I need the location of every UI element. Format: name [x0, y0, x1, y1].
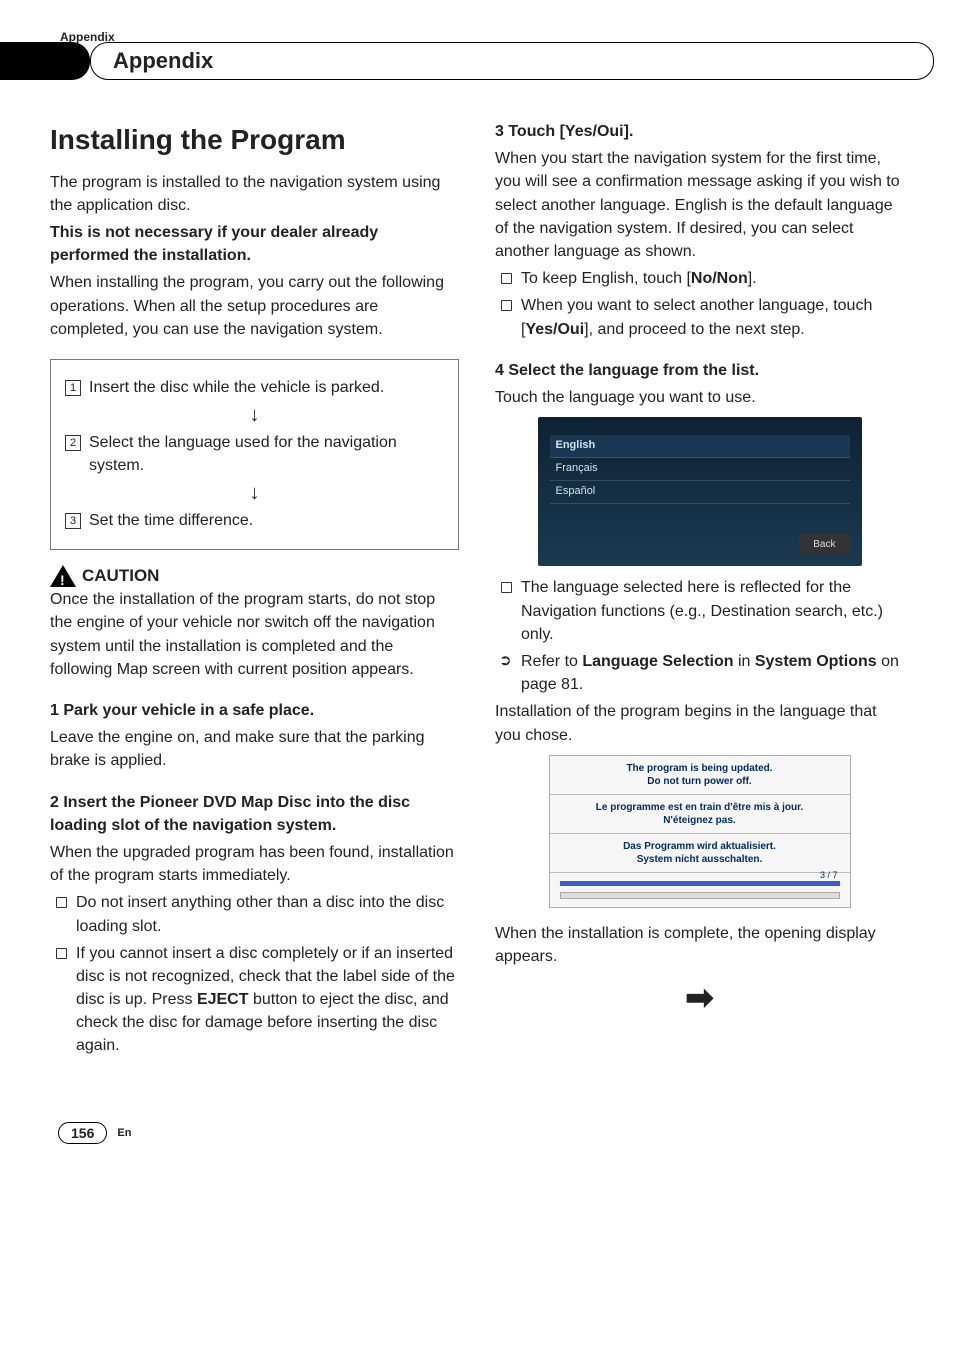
step3-bullet-2: When you want to select another language… [521, 294, 904, 340]
install-complete: When the installation is complete, the o… [495, 922, 904, 968]
progress-bar-1: 3 / 7 [560, 881, 840, 886]
step2-body: When the upgraded program has been found… [50, 841, 459, 887]
caution-label: CAUTION [82, 564, 159, 589]
step3-body: When you start the navigation system for… [495, 147, 904, 263]
step-number-icon: 1 [65, 380, 81, 396]
step4-reference: Refer to Language Selection in System Op… [521, 650, 904, 696]
lang-item-english: English [550, 435, 850, 458]
language-selection-screenshot: English Français Español Back [538, 417, 862, 566]
step3-bullet-1: To keep English, touch [No/Non]. [521, 267, 904, 290]
chapter-header: Appendix [50, 48, 904, 80]
back-button: Back [799, 534, 849, 557]
intro-paragraph: The program is installed to the navigati… [50, 171, 459, 217]
down-arrow-icon: ↓ [65, 483, 444, 503]
warning-icon [50, 565, 76, 587]
steps-overview-box: 1 Insert the disc while the vehicle is p… [50, 359, 459, 550]
step4-heading: 4 Select the language from the list. [495, 359, 904, 382]
caution-header: CAUTION [50, 564, 459, 589]
step-number-icon: 2 [65, 435, 81, 451]
continue-arrow-icon: ➡ [495, 974, 904, 1023]
page-number: 156 [58, 1122, 107, 1144]
step3-heading: 3 Touch [Yes/Oui]. [495, 120, 904, 143]
step-overview-1: Insert the disc while the vehicle is par… [89, 376, 384, 399]
update-progress-screenshot: The program is being updated. Do not tur… [549, 755, 851, 908]
page-footer: 156 En [50, 1122, 904, 1144]
update-msg-fr-1: Le programme est en train d'être mis à j… [554, 801, 846, 814]
lang-item-espanol: Español [550, 481, 850, 504]
step1-heading: 1 Park your vehicle in a safe place. [50, 699, 459, 722]
update-msg-en-2: Do not turn power off. [554, 775, 846, 788]
step-number-icon: 3 [65, 513, 81, 529]
step2-bullet-1: Do not insert anything other than a disc… [76, 891, 459, 937]
update-msg-de-1: Das Programm wird aktualisiert. [554, 840, 846, 853]
progress-bar-2 [560, 892, 840, 899]
down-arrow-icon: ↓ [65, 405, 444, 425]
section-title: Installing the Program [50, 120, 459, 161]
step-overview-3: Set the time difference. [89, 509, 253, 532]
step4-bullet-1: The language selected here is reflected … [521, 576, 904, 646]
step2-heading: 2 Insert the Pioneer DVD Map Disc into t… [50, 791, 459, 837]
update-msg-en-1: The program is being updated. [554, 762, 846, 775]
step4-body: Touch the language you want to use. [495, 386, 904, 409]
language-code: En [117, 1127, 131, 1139]
step2-bullet-2: If you cannot insert a disc completely o… [76, 942, 459, 1058]
step-overview-2: Select the language used for the navigat… [89, 431, 444, 477]
update-msg-fr-2: N'éteignez pas. [554, 814, 846, 827]
intro-note: This is not necessary if your dealer alr… [50, 221, 459, 267]
right-column: 3 Touch [Yes/Oui]. When you start the na… [495, 120, 904, 1062]
caution-body: Once the installation of the program sta… [50, 588, 459, 681]
left-column: Installing the Program The program is in… [50, 120, 459, 1062]
intro-paragraph-2: When installing the program, you carry o… [50, 271, 459, 341]
progress-percent: 3 / 7 [820, 869, 838, 882]
chapter-title: Appendix [90, 42, 934, 80]
lang-item-francais: Français [550, 458, 850, 481]
update-msg-de-2: System nicht ausschalten. [554, 853, 846, 866]
chapter-tab [0, 42, 90, 80]
step1-body: Leave the engine on, and make sure that … [50, 726, 459, 772]
install-begin: Installation of the program begins in th… [495, 700, 904, 746]
